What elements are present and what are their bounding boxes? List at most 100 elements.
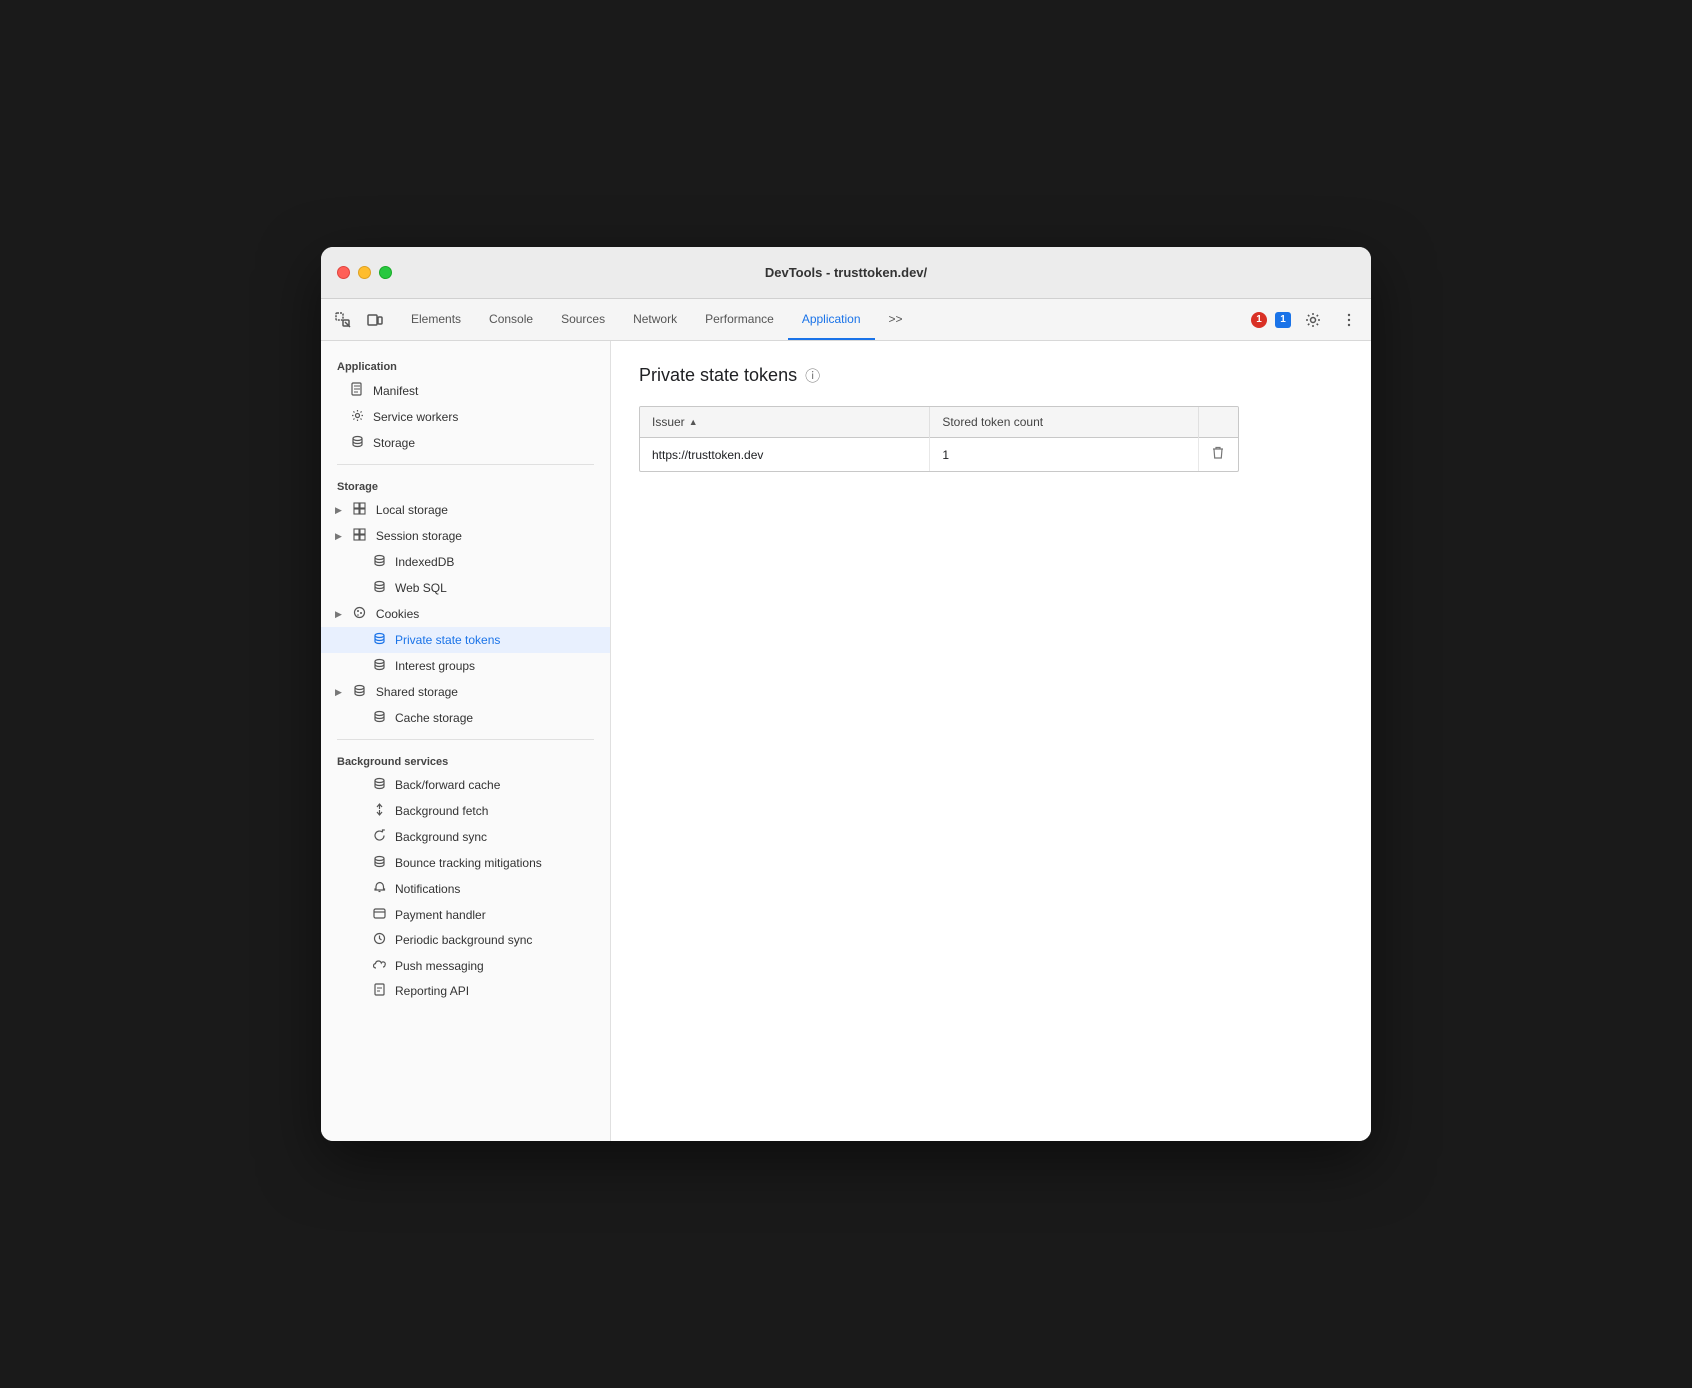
- tab-application[interactable]: Application: [788, 299, 875, 340]
- sidebar-label-service-workers: Service workers: [373, 410, 458, 424]
- page-title-text: Private state tokens: [639, 365, 797, 386]
- bell-icon: [371, 881, 387, 897]
- arrow-icon: ▶: [335, 687, 342, 698]
- sidebar-item-local-storage[interactable]: ▶ Local storage: [321, 497, 610, 523]
- arrow-icon: ▶: [335, 505, 342, 516]
- sync-icon: [371, 829, 387, 845]
- tab-more[interactable]: >>: [875, 299, 917, 340]
- sidebar-label-local-storage: Local storage: [376, 503, 448, 517]
- sidebar-label-interest-groups: Interest groups: [395, 659, 475, 673]
- db-icon: [371, 554, 387, 570]
- arrow-icon: ▶: [335, 531, 342, 542]
- sidebar-label-notifications: Notifications: [395, 882, 460, 896]
- device-toolbar-button[interactable]: [361, 306, 389, 334]
- sidebar-item-shared-storage[interactable]: ▶ Shared storage: [321, 679, 610, 705]
- toolbar-left: [329, 306, 389, 334]
- db-icon: [371, 855, 387, 871]
- sidebar-item-bounce-tracking[interactable]: Bounce tracking mitigations: [321, 850, 610, 876]
- info-icon[interactable]: ⓘ: [805, 365, 820, 386]
- db-icon: [371, 777, 387, 793]
- payment-icon: [371, 907, 387, 922]
- tab-bar: Elements Console Sources Network Perform…: [397, 299, 1251, 340]
- toolbar: Elements Console Sources Network Perform…: [321, 299, 1371, 341]
- clock-icon: [371, 932, 387, 948]
- error-count: 1: [1251, 312, 1267, 328]
- table-row: https://trusttoken.dev 1: [640, 438, 1238, 472]
- titlebar: DevTools - trusttoken.dev/: [321, 247, 1371, 299]
- col-issuer[interactable]: Issuer ▲: [640, 407, 930, 438]
- file-icon: [349, 382, 365, 399]
- window-title: DevTools - trusttoken.dev/: [765, 265, 927, 280]
- grid-icon: [352, 528, 368, 544]
- sidebar-label-shared-storage: Shared storage: [376, 685, 458, 699]
- sidebar-item-private-state-tokens[interactable]: Private state tokens: [321, 627, 610, 653]
- db-icon: [371, 710, 387, 726]
- inspect-element-button[interactable]: [329, 306, 357, 334]
- sidebar-item-push-messaging[interactable]: Push messaging: [321, 953, 610, 978]
- divider-2: [337, 739, 594, 740]
- more-options-button[interactable]: [1335, 306, 1363, 334]
- cookie-icon: [352, 606, 368, 622]
- sidebar-label-private-state-tokens: Private state tokens: [395, 633, 500, 647]
- sidebar-item-cookies[interactable]: ▶ Cookies: [321, 601, 610, 627]
- tab-performance[interactable]: Performance: [691, 299, 788, 340]
- tab-console[interactable]: Console: [475, 299, 547, 340]
- delete-button[interactable]: [1212, 447, 1224, 463]
- sidebar-item-background-fetch[interactable]: Background fetch: [321, 798, 610, 824]
- info-badge[interactable]: 1: [1275, 312, 1291, 328]
- cell-count: 1: [930, 438, 1198, 472]
- file-icon: [371, 983, 387, 999]
- sidebar-item-storage-app[interactable]: Storage: [321, 430, 610, 456]
- maximize-button[interactable]: [379, 266, 392, 279]
- page-title-container: Private state tokens ⓘ: [639, 365, 1343, 386]
- minimize-button[interactable]: [358, 266, 371, 279]
- sidebar-item-indexeddb[interactable]: IndexedDB: [321, 549, 610, 575]
- sidebar-label-storage: Storage: [373, 436, 415, 450]
- sidebar-item-session-storage[interactable]: ▶ Session storage: [321, 523, 610, 549]
- sidebar-section-storage: Storage: [321, 473, 610, 497]
- sidebar-item-backforward-cache[interactable]: Back/forward cache: [321, 772, 610, 798]
- settings-button[interactable]: [1299, 306, 1327, 334]
- sidebar-label-indexeddb: IndexedDB: [395, 555, 454, 569]
- sidebar-label-cache-storage: Cache storage: [395, 711, 473, 725]
- sidebar-item-service-workers[interactable]: Service workers: [321, 404, 610, 430]
- traffic-lights: [337, 266, 392, 279]
- close-button[interactable]: [337, 266, 350, 279]
- sidebar-label-websql: Web SQL: [395, 581, 447, 595]
- tab-network[interactable]: Network: [619, 299, 691, 340]
- sidebar-item-manifest[interactable]: Manifest: [321, 377, 610, 404]
- cloud-icon: [371, 958, 387, 973]
- sidebar-section-background: Background services: [321, 748, 610, 772]
- sidebar-label-reporting-api: Reporting API: [395, 984, 469, 998]
- sidebar-label-background-sync: Background sync: [395, 830, 487, 844]
- sidebar-item-periodic-background-sync[interactable]: Periodic background sync: [321, 927, 610, 953]
- cell-delete: [1198, 438, 1238, 472]
- tab-sources[interactable]: Sources: [547, 299, 619, 340]
- sidebar-item-interest-groups[interactable]: Interest groups: [321, 653, 610, 679]
- cell-issuer: https://trusttoken.dev: [640, 438, 930, 472]
- sidebar-item-payment-handler[interactable]: Payment handler: [321, 902, 610, 927]
- sidebar-item-cache-storage[interactable]: Cache storage: [321, 705, 610, 731]
- gear-icon: [349, 409, 365, 425]
- error-badge[interactable]: 1: [1251, 312, 1267, 328]
- sidebar-item-websql[interactable]: Web SQL: [321, 575, 610, 601]
- tab-elements[interactable]: Elements: [397, 299, 475, 340]
- info-count: 1: [1275, 312, 1291, 328]
- db-icon: [371, 632, 387, 648]
- divider-1: [337, 464, 594, 465]
- sidebar-item-background-sync[interactable]: Background sync: [321, 824, 610, 850]
- storage-icon: [349, 435, 365, 451]
- main-content: Application Manifest Service workers Sto…: [321, 341, 1371, 1141]
- sidebar-label-backforward-cache: Back/forward cache: [395, 778, 500, 792]
- table-header-row: Issuer ▲ Stored token count: [640, 407, 1238, 438]
- toolbar-right: 1 1: [1251, 306, 1363, 334]
- content-area: Private state tokens ⓘ Issuer ▲: [611, 341, 1371, 1141]
- sidebar-label-periodic-background-sync: Periodic background sync: [395, 933, 532, 947]
- sidebar-item-notifications[interactable]: Notifications: [321, 876, 610, 902]
- sidebar-label-cookies: Cookies: [376, 607, 419, 621]
- sidebar-item-reporting-api[interactable]: Reporting API: [321, 978, 610, 1004]
- devtools-window: DevTools - trusttoken.dev/ Elements Cons…: [321, 247, 1371, 1141]
- sidebar-label-payment-handler: Payment handler: [395, 908, 486, 922]
- token-table: Issuer ▲ Stored token count: [640, 407, 1238, 471]
- upload-download-icon: [371, 803, 387, 819]
